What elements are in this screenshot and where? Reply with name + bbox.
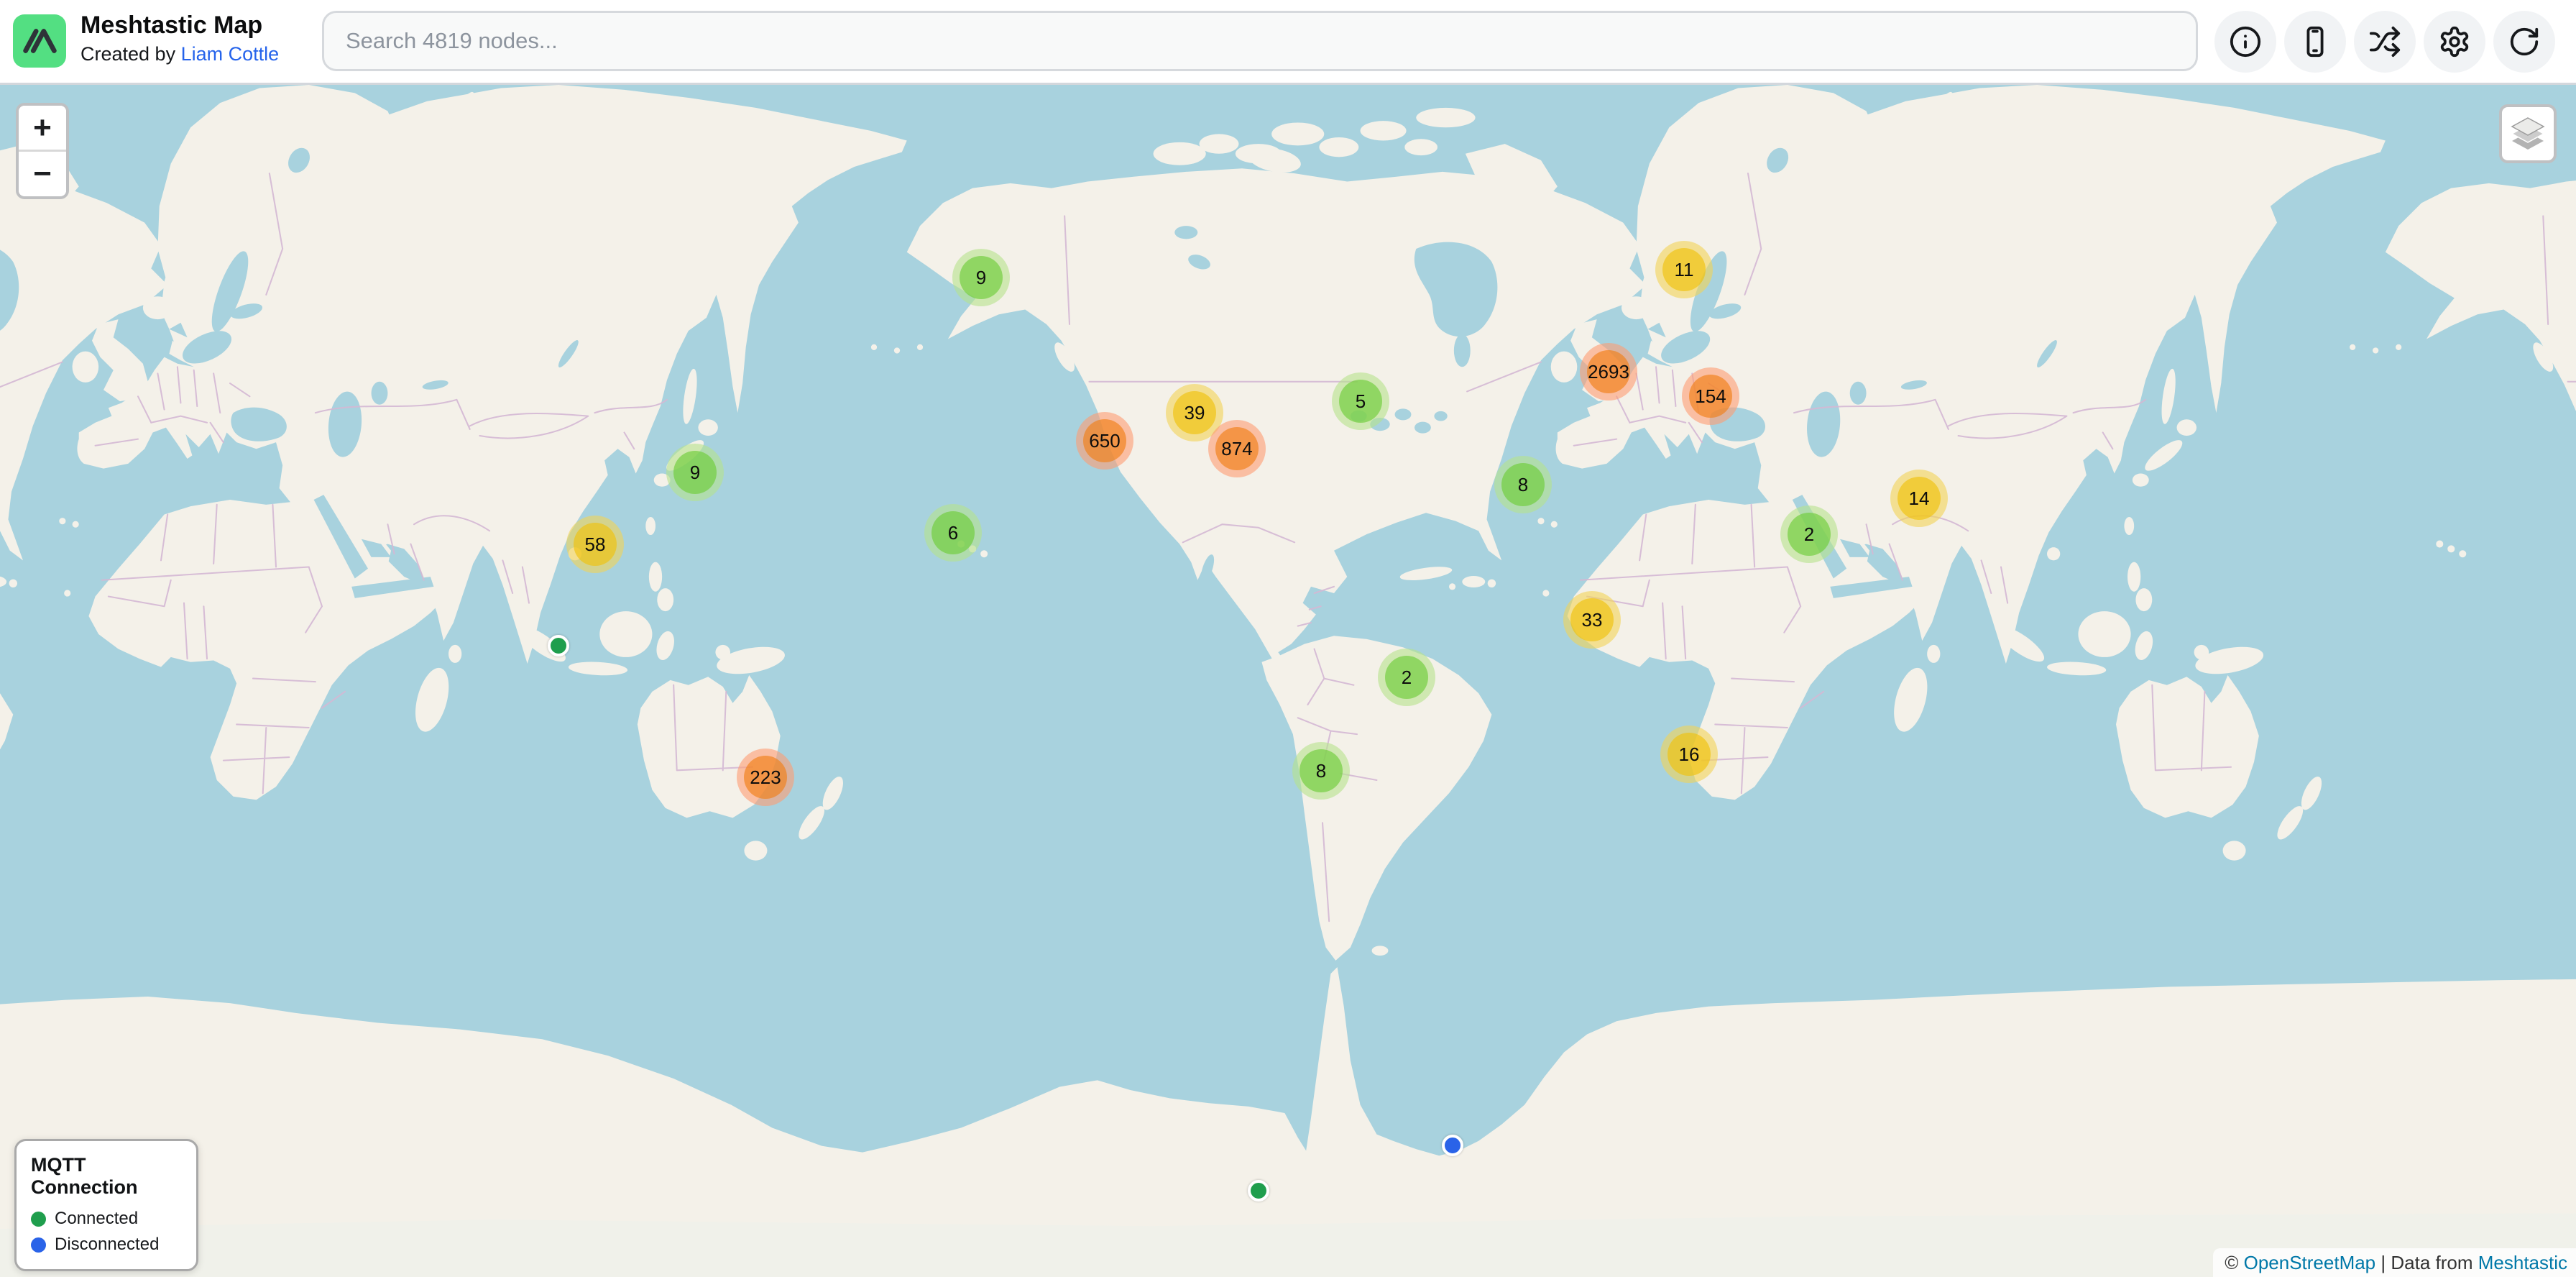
legend-title: MQTT Connection xyxy=(31,1154,182,1199)
cluster-count: 14 xyxy=(1898,477,1941,520)
map-attribution: © OpenStreetMap | Data from Meshtastic xyxy=(2213,1248,2576,1277)
cluster-count: 39 xyxy=(1173,391,1216,434)
cluster-marker[interactable]: 14 xyxy=(1890,470,1948,527)
cluster-count: 8 xyxy=(1300,749,1343,792)
map-canvas[interactable] xyxy=(0,85,2576,1277)
app-header: Meshtastic Map Created by Liam Cottle xyxy=(0,0,2576,85)
smartphone-icon xyxy=(2299,25,2332,58)
cluster-marker[interactable]: 8 xyxy=(1494,456,1552,513)
search-input[interactable] xyxy=(322,11,2198,71)
attribution-separator: | Data from xyxy=(2375,1252,2478,1274)
legend-row-disconnected: Disconnected xyxy=(31,1235,182,1255)
copyright-text: © xyxy=(2225,1252,2243,1274)
cluster-marker[interactable]: 874 xyxy=(1208,420,1266,477)
osm-link[interactable]: OpenStreetMap xyxy=(2244,1252,2376,1274)
cluster-count: 11 xyxy=(1662,248,1706,291)
cluster-count: 58 xyxy=(574,523,617,566)
random-node-button[interactable] xyxy=(2354,11,2416,73)
refresh-icon xyxy=(2508,25,2541,58)
byline: Created by Liam Cottle xyxy=(80,40,279,68)
cluster-marker[interactable]: 11 xyxy=(1655,241,1713,298)
cluster-count: 9 xyxy=(673,451,717,494)
info-icon xyxy=(2229,25,2262,58)
cluster-count: 2 xyxy=(1385,656,1428,699)
cluster-count: 2 xyxy=(1788,513,1831,556)
author-link[interactable]: Liam Cottle xyxy=(181,43,280,65)
zoom-control: + − xyxy=(16,103,69,199)
cluster-marker[interactable]: 9 xyxy=(666,444,724,501)
cluster-marker[interactable]: 2 xyxy=(1780,505,1838,563)
cluster-marker[interactable]: 8 xyxy=(1292,742,1350,800)
legend-label: Disconnected xyxy=(55,1235,159,1255)
cluster-marker[interactable]: 16 xyxy=(1660,726,1718,783)
cluster-count: 6 xyxy=(932,511,975,554)
byline-prefix: Created by xyxy=(80,43,181,65)
page-title: Meshtastic Map xyxy=(80,10,279,40)
cluster-marker[interactable]: 33 xyxy=(1563,591,1621,649)
layers-icon xyxy=(2509,115,2547,152)
settings-button[interactable] xyxy=(2424,11,2485,73)
cluster-marker[interactable]: 58 xyxy=(566,516,624,573)
cluster-marker[interactable]: 650 xyxy=(1076,412,1133,470)
disconnected-dot-icon xyxy=(31,1237,46,1253)
meshtastic-logo-icon xyxy=(13,14,66,68)
cluster-count: 33 xyxy=(1570,598,1614,641)
node-marker-connected[interactable] xyxy=(548,635,569,656)
cluster-count: 5 xyxy=(1339,380,1382,423)
meshtastic-link[interactable]: Meshtastic xyxy=(2478,1252,2567,1274)
legend-row-connected: Connected xyxy=(31,1209,182,1229)
cluster-count: 154 xyxy=(1689,375,1732,418)
cluster-marker[interactable]: 154 xyxy=(1682,367,1739,425)
cluster-marker[interactable]: 6 xyxy=(924,504,982,562)
cluster-marker[interactable]: 223 xyxy=(737,749,794,806)
world-map xyxy=(0,85,2576,1277)
mobile-app-button[interactable] xyxy=(2284,11,2346,73)
connected-dot-icon xyxy=(31,1212,46,1227)
cluster-count: 2693 xyxy=(1587,350,1630,393)
cluster-marker[interactable]: 5 xyxy=(1332,372,1389,430)
gear-icon xyxy=(2438,25,2471,58)
refresh-button[interactable] xyxy=(2493,11,2555,73)
zoom-in-button[interactable]: + xyxy=(19,106,66,152)
layers-control[interactable] xyxy=(2499,104,2557,163)
shuffle-icon xyxy=(2368,25,2401,58)
mqtt-legend: MQTT Connection Connected Disconnected xyxy=(14,1139,198,1271)
node-marker-connected[interactable] xyxy=(1248,1180,1269,1202)
cluster-count: 650 xyxy=(1083,419,1126,462)
legend-label: Connected xyxy=(55,1209,138,1229)
node-marker-disconnected[interactable] xyxy=(1442,1135,1463,1156)
cluster-count: 874 xyxy=(1215,427,1259,470)
cluster-count: 223 xyxy=(744,756,787,799)
cluster-count: 16 xyxy=(1668,733,1711,776)
cluster-count: 8 xyxy=(1501,463,1545,506)
cluster-count: 9 xyxy=(960,256,1003,299)
cluster-marker[interactable]: 2693 xyxy=(1580,343,1637,401)
info-button[interactable] xyxy=(2214,11,2276,73)
cluster-marker[interactable]: 9 xyxy=(952,249,1010,306)
cluster-marker[interactable]: 2 xyxy=(1378,649,1435,706)
zoom-out-button[interactable]: − xyxy=(19,152,66,196)
